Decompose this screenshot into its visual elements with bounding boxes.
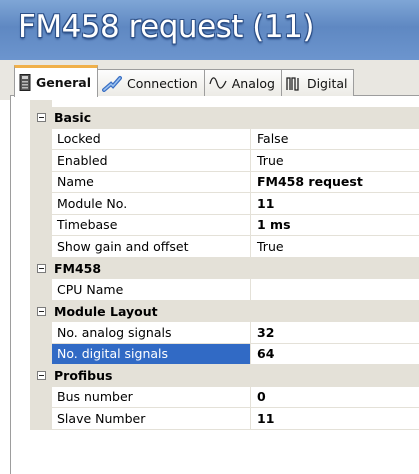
category-fm458[interactable]: FM458 [30, 257, 419, 279]
property-name: Locked [52, 128, 251, 150]
property-value[interactable]: False [251, 129, 419, 150]
property-name: Enabled [52, 150, 251, 172]
property-row[interactable]: Bus number 0 [30, 386, 419, 408]
property-row[interactable]: Slave Number 11 [30, 408, 419, 430]
tab-digital[interactable]: Digital [280, 69, 355, 96]
property-value[interactable] [251, 279, 419, 301]
tab-label: Connection [127, 75, 198, 91]
property-value[interactable]: 0 [251, 387, 419, 408]
property-row-selected[interactable]: No. digital signals 64 [30, 343, 419, 365]
category-profibus[interactable]: Profibus [30, 365, 419, 387]
property-grid: Basic Locked False Enabled True Name FM4… [30, 107, 419, 430]
property-row[interactable]: Enabled True [30, 150, 419, 172]
window-title: FM458 request (11) [18, 9, 314, 45]
tab-general[interactable]: General [14, 65, 98, 97]
property-value[interactable]: 11 [251, 408, 419, 430]
category-label: Profibus [54, 368, 113, 384]
category-basic[interactable]: Basic [30, 107, 419, 129]
property-name: Name [52, 171, 251, 193]
collapse-icon[interactable] [36, 306, 46, 316]
property-name: Show gain and offset [52, 236, 251, 258]
tab-label: Analog [231, 75, 275, 91]
property-row[interactable]: Timebase 1 ms [30, 214, 419, 236]
property-value[interactable]: True [251, 150, 419, 172]
property-value[interactable]: 64 [251, 344, 419, 365]
category-module-layout[interactable]: Module Layout [30, 300, 419, 322]
tab-bar: General Connection Analog Digital [14, 64, 355, 97]
property-row[interactable]: Show gain and offset True [30, 236, 419, 258]
property-row[interactable]: Module No. 11 [30, 193, 419, 215]
property-name: Slave Number [52, 408, 251, 430]
property-name: CPU Name [52, 279, 251, 301]
analog-wave-icon [209, 76, 227, 90]
collapse-icon[interactable] [36, 371, 46, 381]
property-value[interactable]: 1 ms [251, 215, 419, 236]
property-name: No. digital signals [52, 343, 251, 365]
grid-gutter [30, 100, 52, 107]
tab-label: General [36, 74, 91, 90]
tab-label: Digital [306, 75, 348, 91]
property-row[interactable]: Locked False [30, 128, 419, 150]
property-name: No. analog signals [52, 322, 251, 344]
collapse-icon[interactable] [36, 113, 46, 123]
property-value[interactable]: True [251, 236, 419, 258]
tab-connection[interactable]: Connection [97, 69, 205, 96]
tab-analog[interactable]: Analog [203, 69, 282, 96]
property-row[interactable]: Name FM458 request [30, 171, 419, 193]
property-row[interactable]: No. analog signals 32 [30, 322, 419, 344]
collapse-icon[interactable] [36, 263, 46, 273]
category-label: FM458 [54, 260, 102, 276]
property-value[interactable]: 11 [251, 193, 419, 215]
property-name: Module No. [52, 193, 251, 215]
category-label: Module Layout [54, 303, 158, 319]
property-value[interactable]: FM458 request [251, 172, 419, 193]
module-icon [19, 73, 31, 91]
property-name: Bus number [52, 386, 251, 408]
connection-icon [102, 75, 122, 92]
category-label: Basic [54, 110, 92, 126]
property-value[interactable]: 32 [251, 322, 419, 344]
property-row[interactable]: CPU Name [30, 279, 419, 301]
title-bar: FM458 request (11) [0, 0, 419, 60]
property-name: Timebase [52, 214, 251, 236]
digital-signal-icon [286, 76, 302, 91]
